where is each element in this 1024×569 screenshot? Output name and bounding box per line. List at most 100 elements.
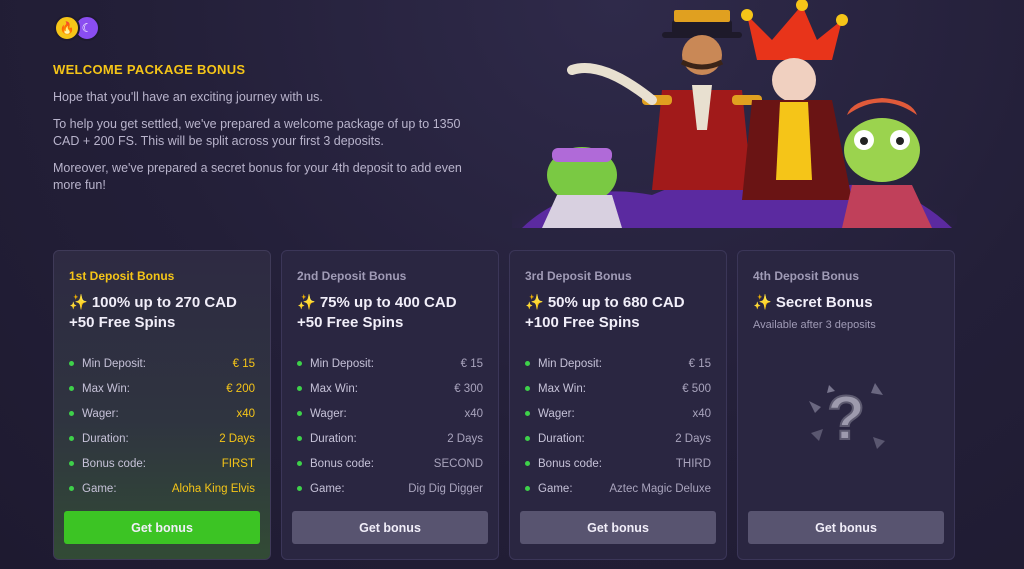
detail-key: Game:	[538, 482, 573, 495]
detail-row: Game: Aloha King Elvis	[69, 476, 255, 501]
bonus-card-3: 3rd Deposit Bonus ✨ 50% up to 680 CAD +1…	[509, 250, 727, 560]
card-title: ✨ 75% up to 400 CAD +50 Free Spins	[297, 294, 457, 331]
detail-value: 2 Days	[675, 432, 711, 445]
detail-key: Wager:	[538, 407, 575, 420]
bullet-icon	[525, 386, 530, 391]
detail-value: x40	[236, 407, 255, 420]
detail-value: 2 Days	[219, 432, 255, 445]
bullet-icon	[297, 436, 302, 441]
detail-row: Max Win: € 300	[297, 376, 483, 401]
detail-key: Min Deposit:	[538, 357, 602, 370]
bullet-icon	[525, 486, 530, 491]
get-bonus-button-3[interactable]: Get bonus	[520, 511, 716, 544]
get-bonus-button-1[interactable]: Get bonus	[64, 511, 260, 544]
detail-key: Max Win:	[310, 382, 358, 395]
bullet-icon	[69, 411, 74, 416]
detail-row: Bonus code: FIRST	[69, 451, 255, 476]
detail-value: € 500	[682, 382, 711, 395]
fire-icon: 🔥	[54, 15, 80, 41]
bullet-icon	[297, 361, 302, 366]
bullet-icon	[69, 361, 74, 366]
detail-row: Max Win: € 500	[525, 376, 711, 401]
card-label: 3rd Deposit Bonus	[525, 269, 632, 283]
bullet-icon	[297, 486, 302, 491]
detail-value: SECOND	[433, 457, 483, 470]
question-mark-icon: ?	[801, 371, 891, 461]
detail-value: Aloha King Elvis	[171, 482, 255, 495]
bullet-icon	[297, 461, 302, 466]
bonus-cards: 1st Deposit Bonus ✨ 100% up to 270 CAD +…	[53, 250, 955, 560]
detail-row: Wager: x40	[525, 401, 711, 426]
bullet-icon	[69, 436, 74, 441]
card-title: ✨ Secret Bonus	[753, 294, 873, 311]
detail-row: Duration: 2 Days	[69, 426, 255, 451]
level-badges: 🔥 ☾	[54, 15, 100, 41]
bullet-icon	[525, 361, 530, 366]
detail-key: Max Win:	[538, 382, 586, 395]
bonus-card-4: 4th Deposit Bonus ✨ Secret Bonus Availab…	[737, 250, 955, 560]
detail-value: FIRST	[221, 457, 255, 470]
bullet-icon	[297, 411, 302, 416]
detail-row: Game: Dig Dig Digger	[297, 476, 483, 501]
card-label: 4th Deposit Bonus	[753, 269, 860, 283]
detail-key: Duration:	[538, 432, 585, 445]
detail-value: x40	[692, 407, 711, 420]
detail-row: Max Win: € 200	[69, 376, 255, 401]
intro-paragraph-1: Hope that you'll have an exciting journe…	[53, 90, 323, 104]
detail-key: Bonus code:	[538, 457, 602, 470]
detail-row: Duration: 2 Days	[525, 426, 711, 451]
page-title: WELCOME PACKAGE BONUS	[53, 62, 246, 77]
detail-row: Bonus code: SECOND	[297, 451, 483, 476]
detail-value: Dig Dig Digger	[408, 482, 483, 495]
detail-row: Bonus code: THIRD	[525, 451, 711, 476]
detail-value: € 200	[226, 382, 255, 395]
detail-key: Game:	[82, 482, 117, 495]
card-details: Min Deposit: € 15 Max Win: € 500 Wager: x40…	[525, 351, 711, 501]
card-details: Min Deposit: € 15 Max Win: € 300 Wager: x40…	[297, 351, 483, 501]
detail-value: x40	[464, 407, 483, 420]
card-title: ✨ 50% up to 680 CAD +100 Free Spins	[525, 294, 685, 331]
bullet-icon	[69, 461, 74, 466]
detail-key: Duration:	[82, 432, 129, 445]
intro-paragraph-3: Moreover, we've prepared a secret bonus …	[53, 161, 462, 192]
bullet-icon	[525, 411, 530, 416]
detail-row: Min Deposit: € 15	[69, 351, 255, 376]
detail-row: Wager: x40	[69, 401, 255, 426]
bullet-icon	[525, 461, 530, 466]
bonus-card-2: 2nd Deposit Bonus ✨ 75% up to 400 CAD +5…	[281, 250, 499, 560]
card-label: 1st Deposit Bonus	[69, 269, 175, 283]
intro-paragraph-2: To help you get settled, we've prepared …	[53, 117, 461, 148]
get-bonus-button-2[interactable]: Get bonus	[292, 511, 488, 544]
detail-row: Wager: x40	[297, 401, 483, 426]
detail-value: € 15	[460, 357, 483, 370]
card-title: ✨ 100% up to 270 CAD +50 Free Spins	[69, 294, 237, 331]
detail-key: Wager:	[310, 407, 347, 420]
detail-key: Duration:	[310, 432, 357, 445]
detail-row: Game: Aztec Magic Deluxe	[525, 476, 711, 501]
card-subtitle: Available after 3 deposits	[753, 319, 876, 331]
bullet-icon	[297, 386, 302, 391]
bullet-icon	[69, 386, 74, 391]
detail-row: Min Deposit: € 15	[297, 351, 483, 376]
detail-value: € 300	[454, 382, 483, 395]
detail-key: Bonus code:	[310, 457, 374, 470]
svg-text:?: ?	[827, 384, 865, 453]
bullet-icon	[69, 486, 74, 491]
detail-value: € 15	[688, 357, 711, 370]
bonus-card-1: 1st Deposit Bonus ✨ 100% up to 270 CAD +…	[53, 250, 271, 560]
detail-key: Game:	[310, 482, 345, 495]
detail-value: 2 Days	[447, 432, 483, 445]
detail-key: Max Win:	[82, 382, 130, 395]
detail-key: Bonus code:	[82, 457, 146, 470]
intro-section: WELCOME PACKAGE BONUS Hope that you'll h…	[53, 62, 483, 204]
detail-value: THIRD	[675, 457, 711, 470]
detail-key: Min Deposit:	[82, 357, 146, 370]
detail-key: Wager:	[82, 407, 119, 420]
detail-key: Min Deposit:	[310, 357, 374, 370]
bullet-icon	[525, 436, 530, 441]
card-details: Min Deposit: € 15 Max Win: € 200 Wager: x40…	[69, 351, 255, 501]
get-bonus-button-4[interactable]: Get bonus	[748, 511, 944, 544]
card-label: 2nd Deposit Bonus	[297, 269, 407, 283]
detail-row: Min Deposit: € 15	[525, 351, 711, 376]
hero-characters-image	[512, 0, 957, 228]
